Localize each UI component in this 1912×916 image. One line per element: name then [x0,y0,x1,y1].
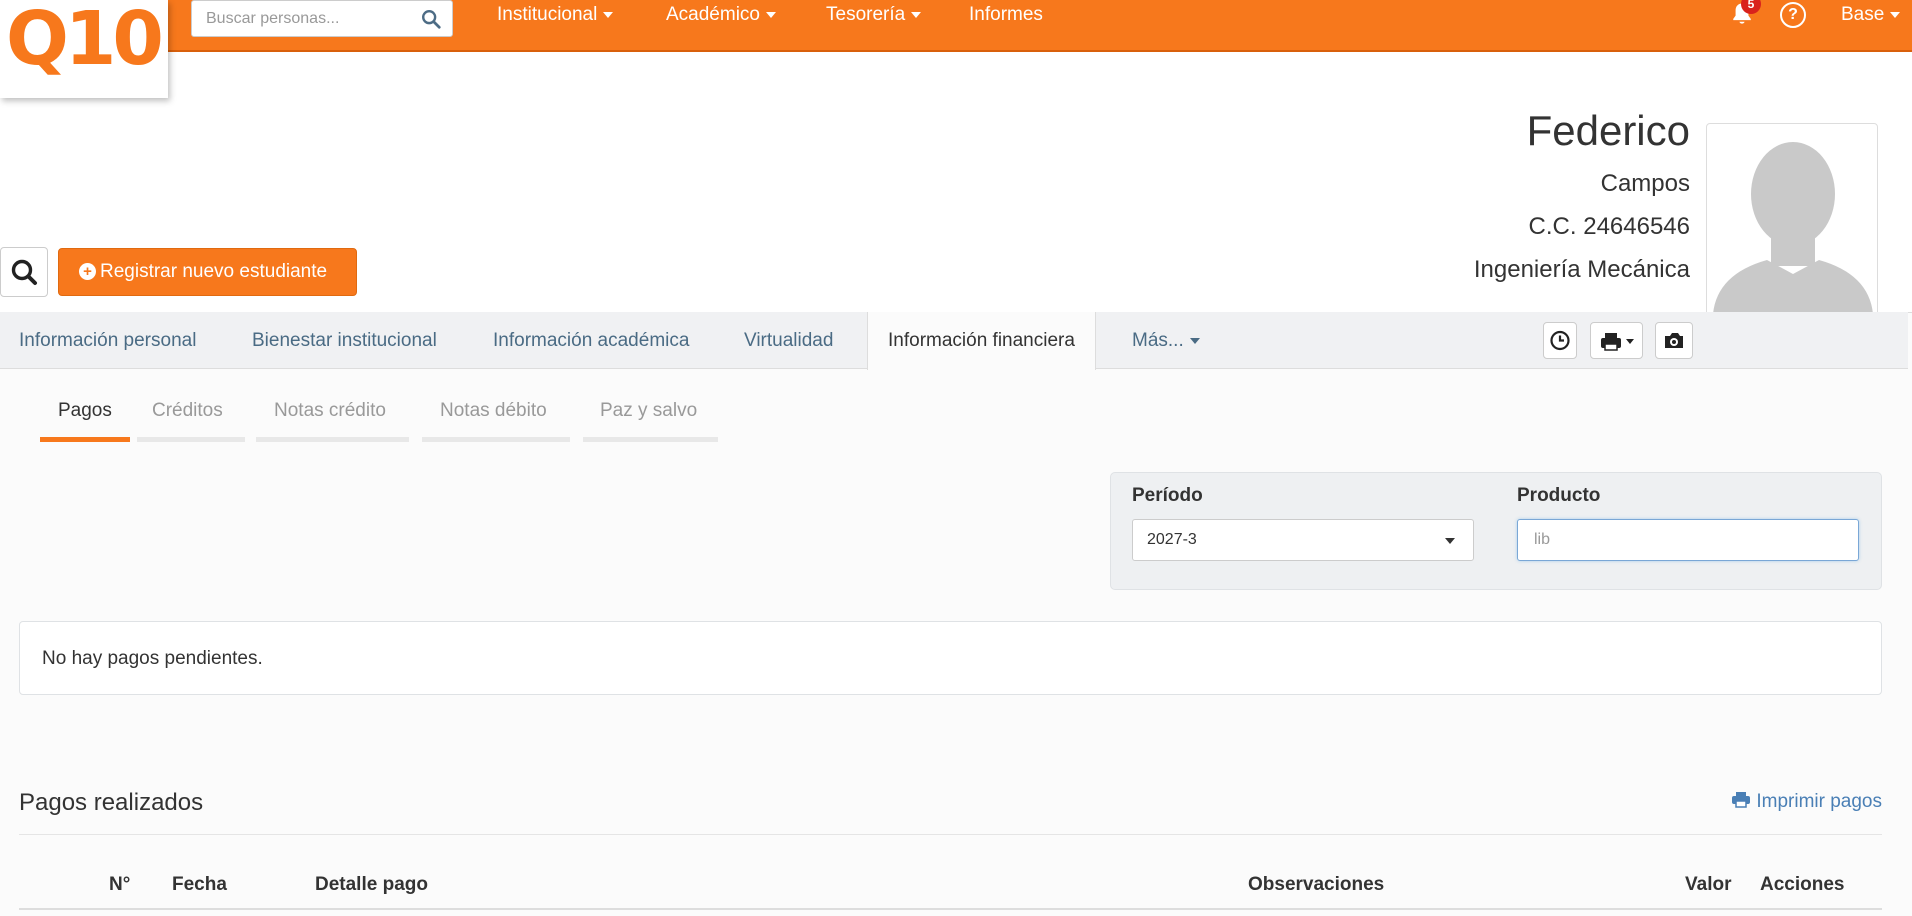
subtab-creditos[interactable]: Créditos [152,400,223,422]
print-payments-label: Imprimir pagos [1756,791,1882,812]
tab-informacion-academica[interactable]: Información académica [493,312,689,369]
pending-payments-box: No hay pagos pendientes. [19,621,1882,695]
printer-icon [1732,792,1751,808]
user-menu-label: Base [1841,4,1885,25]
logo[interactable]: Q10 [0,0,168,98]
camera-button[interactable] [1655,322,1693,359]
plus-circle-icon: + [79,263,96,280]
register-student-button[interactable]: + Registrar nuevo estudiante [58,248,357,296]
user-menu[interactable]: Base [1841,0,1901,30]
caret-down-icon [1890,11,1901,18]
subtab-underline [422,437,570,442]
history-button[interactable] [1543,322,1577,359]
subtab-paz-y-salvo[interactable]: Paz y salvo [600,400,697,422]
tab-virtualidad[interactable]: Virtualidad [744,312,833,369]
period-select[interactable]: 2027-3 [1132,519,1474,561]
nav-tesoreria-label: Tesorería [826,4,906,25]
subtab-underline [256,437,409,442]
column-header-valor: Valor [1685,874,1732,895]
column-header-fecha: Fecha [172,874,227,895]
column-header-numero: N° [109,874,131,895]
printer-icon [1601,333,1634,351]
period-label: Período [1132,485,1203,506]
student-search-button[interactable] [0,247,48,297]
caret-down-icon [911,11,922,18]
nav-informes-label: Informes [969,4,1043,25]
nav-tesoreria[interactable]: Tesorería [826,0,922,30]
subtab-notas-debito[interactable]: Notas débito [440,400,547,422]
caret-down-icon [1445,538,1455,544]
search-icon[interactable] [420,8,442,30]
subtab-notas-credito[interactable]: Notas crédito [274,400,386,422]
payments-section-title: Pagos realizados [19,789,204,816]
caret-down-icon [1189,337,1200,344]
column-header-detalle-pago: Detalle pago [315,874,428,895]
tab-bienestar-institucional[interactable]: Bienestar institucional [252,312,437,369]
register-student-label: Registrar nuevo estudiante [100,261,328,282]
caret-down-icon [603,11,614,18]
person-search [191,0,453,37]
help-icon[interactable]: ? [1780,2,1806,28]
camera-icon [1665,333,1683,348]
product-input[interactable] [1517,519,1859,561]
table-header-divider [19,908,1882,910]
pending-payments-message: No hay pagos pendientes. [42,648,263,669]
nav-academico[interactable]: Académico [666,0,776,30]
subtab-underline [583,437,718,442]
search-icon [11,259,37,285]
tab-mas[interactable]: Más... [1132,312,1200,369]
tab-mas-label: Más... [1132,330,1184,351]
nav-informes[interactable]: Informes [969,0,1043,30]
subtab-underline [137,437,245,442]
section-divider [19,834,1882,835]
print-payments-link[interactable]: Imprimir pagos [1731,791,1882,813]
product-label: Producto [1517,485,1601,506]
person-search-input[interactable] [206,8,416,30]
subtab-underline-active [40,437,130,442]
logo-text: Q10 [6,0,164,82]
clock-icon [1550,330,1570,351]
column-header-acciones: Acciones [1760,874,1845,895]
student-first-name: Federico [1526,107,1690,154]
caret-down-icon [766,11,776,18]
tab-informacion-financiera[interactable]: Información financiera [867,312,1096,370]
print-menu-button[interactable] [1590,322,1643,359]
student-document: C.C. 24646546 [1528,213,1690,240]
column-header-observaciones: Observaciones [1248,874,1385,895]
student-last-name: Campos [1600,170,1690,197]
subtab-pagos[interactable]: Pagos [58,400,112,422]
nav-institucional-label: Institucional [497,4,598,25]
student-program: Ingeniería Mecánica [1473,256,1690,283]
tab-informacion-personal[interactable]: Información personal [19,312,196,369]
nav-institucional[interactable]: Institucional [497,0,614,30]
period-value: 2027-3 [1147,531,1197,548]
nav-academico-label: Académico [666,4,760,25]
